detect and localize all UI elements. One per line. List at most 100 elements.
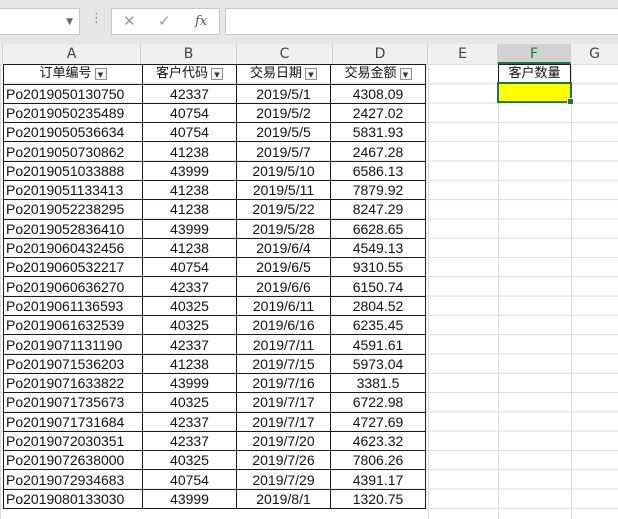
- trade-amount-cell[interactable]: 6150.74: [330, 276, 426, 297]
- trade-date-cell[interactable]: 2019/8/1: [236, 488, 331, 510]
- trade-amount-cell[interactable]: 4727.69: [330, 411, 426, 432]
- trade-date-cell[interactable]: 2019/6/11: [236, 295, 331, 317]
- trade-amount-cell[interactable]: 6235.45: [330, 315, 426, 336]
- trade-date-cell[interactable]: 2019/7/20: [236, 430, 331, 452]
- trade-date-cell[interactable]: 2019/5/11: [236, 179, 331, 201]
- trade-date-cell[interactable]: 2019/5/5: [236, 122, 331, 143]
- customer-code-cell[interactable]: 41238: [142, 237, 237, 259]
- trade-amount-cell[interactable]: 4591.61: [330, 334, 426, 355]
- customer-code-cell[interactable]: 42337: [142, 83, 237, 104]
- trade-amount-cell[interactable]: 5831.93: [330, 122, 426, 143]
- column-header-b[interactable]: B: [141, 44, 237, 64]
- customer-code-cell[interactable]: 42337: [142, 334, 237, 355]
- enter-icon[interactable]: ✓: [158, 13, 171, 30]
- customer-code-cell[interactable]: 42337: [142, 276, 237, 297]
- order-id-cell[interactable]: Po2019071536203: [3, 353, 143, 374]
- trade-amount-cell[interactable]: 4623.32: [330, 430, 426, 452]
- trade-date-cell[interactable]: 2019/7/29: [236, 469, 331, 490]
- trade-date-cell[interactable]: 2019/7/17: [236, 392, 331, 413]
- trade-amount-cell[interactable]: 6722.98: [330, 392, 426, 413]
- trade-date-cell[interactable]: 2019/7/15: [236, 353, 331, 374]
- trade-date-cell[interactable]: 2019/7/16: [236, 372, 331, 394]
- order-id-cell[interactable]: Po2019052238295: [3, 199, 143, 220]
- trade-date-cell[interactable]: 2019/5/22: [236, 199, 331, 220]
- trade-amount-cell[interactable]: 7806.26: [330, 450, 426, 471]
- order-id-cell[interactable]: Po2019061136593: [3, 295, 143, 317]
- order-id-cell[interactable]: Po2019071731684: [3, 411, 143, 432]
- trade-amount-cell[interactable]: 5973.04: [330, 353, 426, 374]
- trade-amount-cell[interactable]: 3381.5: [330, 372, 426, 394]
- chevron-down-icon[interactable]: ▼: [66, 17, 73, 27]
- trade-amount-cell[interactable]: 2427.02: [330, 102, 426, 124]
- customer-count-cell[interactable]: [497, 82, 574, 105]
- order-id-cell[interactable]: Po2019061632539: [3, 315, 143, 336]
- column-header-e[interactable]: E: [428, 44, 498, 64]
- customer-code-cell[interactable]: 42337: [142, 411, 237, 432]
- trade-amount-cell[interactable]: 4549.13: [330, 237, 426, 259]
- customer-count-header[interactable]: 客户数量: [498, 64, 571, 83]
- trade-date-cell[interactable]: 2019/7/11: [236, 334, 331, 355]
- order-id-cell[interactable]: Po2019050730862: [3, 141, 143, 162]
- trade-date-cell[interactable]: 2019/6/6: [236, 276, 331, 297]
- order-id-cell[interactable]: Po2019051033888: [3, 160, 143, 181]
- customer-code-cell[interactable]: 43999: [142, 372, 237, 394]
- trade-amount-cell[interactable]: 4308.09: [330, 83, 426, 104]
- order-id-cell[interactable]: Po2019072638000: [3, 450, 143, 471]
- customer-code-cell[interactable]: 40754: [142, 102, 237, 124]
- trade-amount-cell[interactable]: 2467.28: [330, 141, 426, 162]
- trade-amount-cell[interactable]: 4391.17: [330, 469, 426, 490]
- customer-code-cell[interactable]: 43999: [142, 160, 237, 181]
- trade-amount-cell[interactable]: 6586.13: [330, 160, 426, 181]
- trade-date-cell[interactable]: 2019/5/2: [236, 102, 331, 124]
- trade-amount-cell[interactable]: 8247.29: [330, 199, 426, 220]
- column-header-a[interactable]: A: [3, 44, 141, 64]
- customer-code-cell[interactable]: 40325: [142, 392, 237, 413]
- name-box[interactable]: ▼: [0, 8, 80, 35]
- trade-date-cell[interactable]: 2019/7/17: [236, 411, 331, 432]
- fill-handle[interactable]: [567, 98, 574, 105]
- cancel-icon[interactable]: ✕: [123, 13, 136, 30]
- customer-code-cell[interactable]: 40754: [142, 122, 237, 143]
- order-id-cell[interactable]: Po2019072934683: [3, 469, 143, 490]
- formula-input[interactable]: [225, 8, 618, 35]
- column-header-c[interactable]: C: [237, 44, 333, 64]
- customer-code-cell[interactable]: 40325: [142, 315, 237, 336]
- filter-dropdown-icon[interactable]: ▼: [305, 68, 317, 80]
- customer-code-cell[interactable]: 41238: [142, 179, 237, 201]
- trade-amount-cell[interactable]: 9310.55: [330, 257, 426, 278]
- order-id-cell[interactable]: Po2019052836410: [3, 218, 143, 239]
- header-trade-amount[interactable]: 交易金额 ▼: [330, 64, 426, 85]
- filter-dropdown-icon[interactable]: ▼: [399, 68, 412, 80]
- trade-amount-cell[interactable]: 2804.52: [330, 295, 426, 317]
- trade-date-cell[interactable]: 2019/5/10: [236, 160, 331, 181]
- trade-date-cell[interactable]: 2019/5/1: [236, 83, 331, 104]
- order-id-cell[interactable]: Po2019050130750: [3, 83, 143, 104]
- order-id-cell[interactable]: Po2019080133030: [3, 488, 143, 510]
- customer-code-cell[interactable]: 40754: [142, 469, 237, 490]
- customer-code-cell[interactable]: 41238: [142, 353, 237, 374]
- column-header-g[interactable]: G: [571, 44, 618, 64]
- trade-amount-cell[interactable]: 7879.92: [330, 179, 426, 201]
- customer-code-cell[interactable]: 43999: [142, 218, 237, 239]
- trade-date-cell[interactable]: 2019/5/7: [236, 141, 331, 162]
- header-trade-date[interactable]: 交易日期 ▼: [236, 64, 331, 85]
- column-header-f[interactable]: F: [498, 44, 571, 64]
- customer-code-cell[interactable]: 40754: [142, 257, 237, 278]
- trade-date-cell[interactable]: 2019/6/4: [236, 237, 331, 259]
- trade-amount-cell[interactable]: 6628.65: [330, 218, 426, 239]
- trade-date-cell[interactable]: 2019/7/26: [236, 450, 331, 471]
- customer-code-cell[interactable]: 41238: [142, 141, 237, 162]
- header-customer-code[interactable]: 客户代码 ▼: [142, 64, 237, 85]
- order-id-cell[interactable]: Po2019071131190: [3, 334, 143, 355]
- order-id-cell[interactable]: Po2019060432456: [3, 237, 143, 259]
- header-order-id[interactable]: 订单编号 ▼: [3, 64, 143, 85]
- customer-code-cell[interactable]: 40325: [142, 295, 237, 317]
- order-id-cell[interactable]: Po2019060636270: [3, 276, 143, 297]
- order-id-cell[interactable]: Po2019072030351: [3, 430, 143, 452]
- filter-dropdown-icon[interactable]: ▼: [94, 68, 107, 80]
- customer-code-cell[interactable]: 41238: [142, 199, 237, 220]
- order-id-cell[interactable]: Po2019060532217: [3, 257, 143, 278]
- customer-code-cell[interactable]: 42337: [142, 430, 237, 452]
- customer-code-cell[interactable]: 40325: [142, 450, 237, 471]
- trade-date-cell[interactable]: 2019/6/16: [236, 315, 331, 336]
